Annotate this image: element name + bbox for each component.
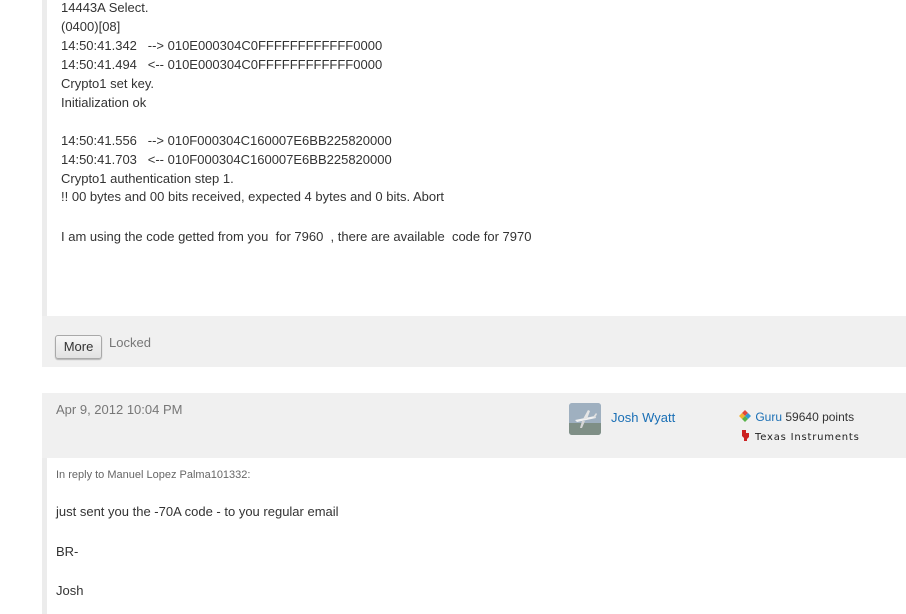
post-body: 14443A Select. (0400)[08] 14:50:41.342 -…	[42, 0, 906, 316]
guru-rank-icon	[739, 410, 751, 422]
post-text-line: Josh	[56, 583, 84, 598]
rank-link[interactable]: Guru	[755, 410, 782, 424]
user-avatar-image[interactable]	[569, 403, 601, 435]
post-text-line: 14:50:41.703 <-- 010F000304C160007E6BB22…	[61, 152, 392, 167]
post-text-line: 14:50:41.494 <-- 010E000304C0FFFFFFFFFFF…	[61, 57, 383, 72]
rank-info: Guru 59640 points	[738, 409, 854, 424]
post-text-line: (0400)[08]	[61, 19, 121, 34]
post-header: Apr 9, 2012 10:04 PM Josh Wyatt Guru 596…	[42, 393, 906, 458]
organization-info: Texas Instruments	[741, 429, 860, 443]
more-button[interactable]: More	[55, 335, 102, 359]
airplane-icon	[569, 403, 601, 435]
post-text-line: 14:50:41.342 --> 010E000304C0FFFFFFFFFFF…	[61, 38, 383, 53]
organization-name: Texas Instruments	[754, 432, 860, 443]
post-date: Apr 9, 2012 10:04 PM	[56, 402, 183, 417]
post-text-line: Crypto1 authentication step 1.	[61, 171, 234, 186]
post-text-line: I am using the code getted from you for …	[61, 229, 532, 244]
post-text-line: !! 00 bytes and 00 bits received, expect…	[61, 189, 445, 204]
author-name-link[interactable]: Josh Wyatt	[611, 410, 675, 425]
post-text-line: BR-	[56, 544, 79, 559]
post-text-line: Crypto1 set key.	[61, 76, 154, 91]
post-text-line: just sent you the -70A code - to you reg…	[56, 504, 339, 519]
forum-thread-page: 14443A Select. (0400)[08] 14:50:41.342 -…	[0, 0, 906, 614]
post-body: In reply to Manuel Lopez Palma101332: ju…	[42, 458, 906, 614]
post-text-line: Initialization ok	[61, 95, 147, 110]
reply-to-label[interactable]: In reply to Manuel Lopez Palma101332:	[56, 469, 250, 481]
texas-instruments-logo-icon	[742, 430, 749, 441]
post-text-line: 14443A Select.	[61, 0, 149, 15]
locked-status-label: Locked	[109, 335, 151, 350]
post-footer: More Locked	[42, 316, 906, 367]
points-count: 59640 points	[785, 410, 855, 424]
post-text-line: 14:50:41.556 --> 010F000304C160007E6BB22…	[61, 133, 392, 148]
